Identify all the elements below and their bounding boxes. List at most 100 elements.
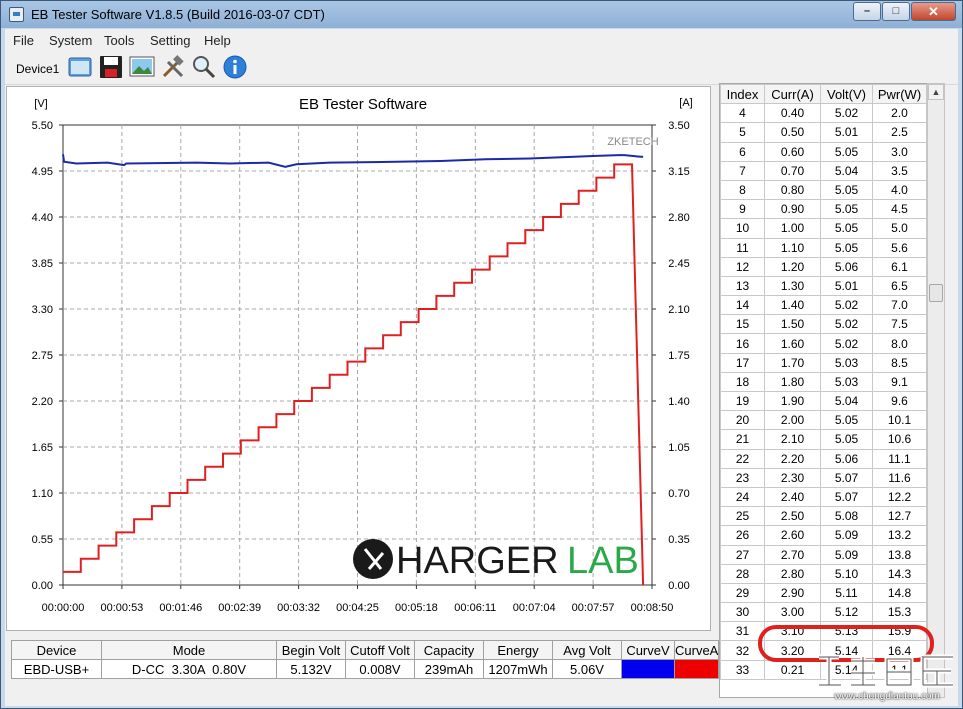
data-table-header-row: Index Curr(A) Volt(V) Pwr(W) [720,84,927,105]
row-power: 5.0 [872,218,927,239]
table-row[interactable]: 10 1.00 5.05 5.0 [720,218,927,239]
data-table-scrollbar[interactable]: ▲ [927,83,945,698]
y-left-tick-label: 4.40 [32,212,53,224]
y-right-tick-label: 2.10 [668,304,689,316]
screenshot-icon[interactable] [129,54,155,80]
row-current: 1.20 [764,256,821,277]
menu-file[interactable]: File [13,33,34,48]
table-row[interactable]: 6 0.60 5.05 3.0 [720,141,927,162]
y-right-tick-label: 1.40 [668,396,689,408]
row-current: 2.90 [764,582,821,604]
table-row[interactable]: 25 2.50 5.08 12.7 [720,506,927,527]
table-row[interactable]: 15 1.50 5.02 7.5 [720,314,927,335]
column-header-current[interactable]: Curr(A) [764,84,821,105]
column-header-power[interactable]: Pwr(W) [872,84,927,105]
table-row[interactable]: 5 0.50 5.01 2.5 [720,122,927,143]
menu-help[interactable]: Help [204,33,231,48]
table-row[interactable]: 4 0.40 5.02 2.0 [720,103,927,124]
row-voltage: 5.02 [820,314,873,335]
row-index: 13 [720,275,765,297]
scroll-thumb[interactable] [929,284,943,302]
table-row[interactable]: 29 2.90 5.11 14.8 [720,582,927,604]
table-row[interactable]: 8 0.80 5.05 4.0 [720,179,927,201]
row-power: 4.0 [872,179,927,201]
row-voltage: 5.06 [820,256,873,277]
close-button[interactable]: ✕ [911,2,956,21]
menu-tools[interactable]: Tools [104,33,134,48]
y-left-tick-label: 4.95 [32,166,53,178]
table-row[interactable]: 11 1.10 5.05 5.6 [720,237,927,258]
summary-header: CurveV [621,640,675,660]
table-row[interactable]: 22 2.20 5.06 11.1 [720,448,927,469]
table-row[interactable]: 16 1.60 5.02 8.0 [720,333,927,354]
minimize-button[interactable]: – [853,2,881,21]
open-folder-icon[interactable] [67,54,93,80]
table-row[interactable]: 19 1.90 5.04 9.6 [720,390,927,412]
row-voltage: 5.02 [820,103,873,124]
table-row[interactable]: 20 2.00 5.05 10.1 [720,410,927,431]
menu-bar: File System Tools Setting Help [5,29,958,51]
menu-system[interactable]: System [49,33,92,48]
row-current: 1.50 [764,314,821,335]
summary-capacity: 239mAh [414,659,484,679]
y-left-tick-label: 3.85 [32,258,53,270]
y-left-tick-label: 0.00 [32,580,53,592]
row-current: 2.20 [764,448,821,469]
y-right-axis-label: [A] [679,97,692,109]
search-icon[interactable] [191,54,217,80]
scroll-up-arrow[interactable]: ▲ [928,84,944,100]
table-row[interactable]: 12 1.20 5.06 6.1 [720,256,927,277]
row-current: 0.40 [764,103,821,124]
table-row[interactable]: 13 1.30 5.01 6.5 [720,275,927,297]
row-power: 2.5 [872,122,927,143]
y-right-tick-label: 1.75 [668,350,689,362]
row-power: 13.2 [872,525,927,546]
table-row[interactable]: 30 3.00 5.12 15.3 [720,602,927,623]
column-header-index[interactable]: Index [720,84,765,105]
row-power: 8.5 [872,352,927,373]
y-left-tick-label: 3.30 [32,304,53,316]
row-voltage: 5.05 [820,179,873,201]
table-row[interactable]: 28 2.80 5.10 14.3 [720,563,927,584]
y-right-tick-label: 1.05 [668,442,689,454]
table-row[interactable]: 26 2.60 5.09 13.2 [720,525,927,546]
table-row[interactable]: 24 2.40 5.07 12.2 [720,486,927,508]
row-index: 21 [720,429,765,450]
save-icon[interactable] [98,54,124,80]
row-current: 1.90 [764,390,821,412]
table-row[interactable]: 17 1.70 5.03 8.5 [720,352,927,373]
maximize-button[interactable]: □ [882,2,910,21]
info-icon[interactable] [222,54,248,80]
y-right-tick-label: 2.45 [668,258,689,270]
row-power: 15.3 [872,602,927,623]
row-current: 1.70 [764,352,821,373]
row-index: 14 [720,295,765,316]
x-tick-label: 00:05:18 [395,602,438,614]
row-current: 1.60 [764,333,821,354]
column-header-voltage[interactable]: Volt(V) [820,84,873,105]
row-index: 24 [720,486,765,508]
y-right-tick-label: 0.00 [668,580,689,592]
row-power: 6.5 [872,275,927,297]
table-row[interactable]: 23 2.30 5.07 11.6 [720,467,927,488]
y-right-tick-label: 0.35 [668,534,689,546]
curve-v-swatch[interactable] [621,659,675,679]
table-row[interactable]: 27 2.70 5.09 13.8 [720,544,927,565]
summary-header: Device [11,640,102,660]
chart-svg: 5.50 4.95 4.40 3.85 3.30 2.75 2.20 1.65 1.10 0.55… [32,96,693,614]
row-index: 23 [720,467,765,488]
row-voltage: 5.05 [820,237,873,258]
table-row[interactable]: 7 0.70 5.04 3.5 [720,160,927,181]
menu-setting[interactable]: Setting [150,33,190,48]
row-index: 17 [720,352,765,373]
curve-a-swatch[interactable] [673,659,720,679]
x-tick-label: 00:06:11 [454,602,496,614]
tools-icon[interactable] [160,54,186,80]
table-row[interactable]: 18 1.80 5.03 9.1 [720,371,927,393]
table-row[interactable]: 21 2.10 5.05 10.6 [720,429,927,450]
x-tick-label: 00:07:57 [572,602,615,614]
table-row[interactable]: 9 0.90 5.05 4.5 [720,199,927,220]
table-row[interactable]: 14 1.40 5.02 7.0 [720,295,927,316]
row-power: 3.0 [872,141,927,162]
title-bar: EB Tester Software V1.8.5 (Build 2016-03… [1,1,962,28]
